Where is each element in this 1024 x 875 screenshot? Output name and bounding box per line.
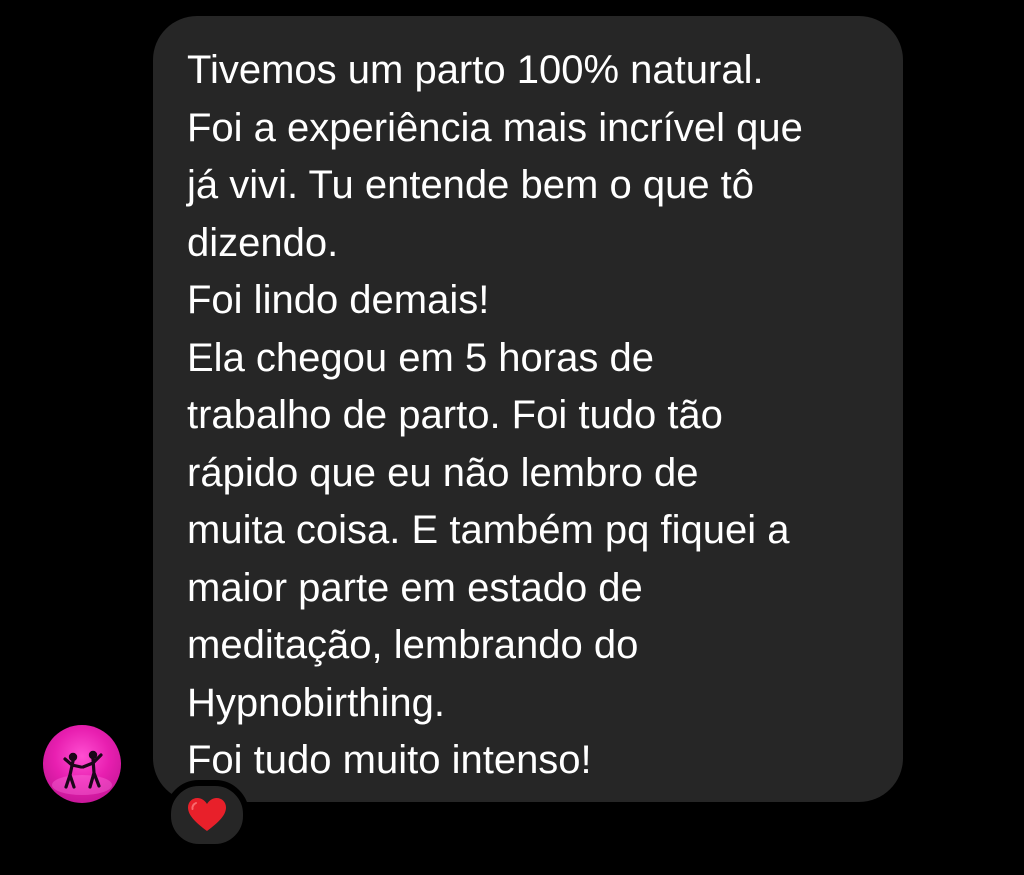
message-line: trabalho de parto. Foi tudo tão [187,393,723,437]
message-line: rápido que eu não lembro de [187,450,699,495]
message-line: Hypnobirthing. [187,680,445,725]
message-line: já vivi. Tu entende bem o que tô [187,163,755,207]
message-line: maior parte em estado de [187,565,643,610]
message-line: dizendo. [187,220,339,265]
message-line: Ela chegou em 5 horas de [187,335,654,380]
avatar[interactable] [43,725,121,803]
dancing-couple-icon [52,750,112,795]
message-line: Foi tudo muito intenso! [187,738,592,782]
message-line: meditação, lembrando do [187,623,639,667]
message-bubble[interactable]: Tivemos um parto 100% natural. Foi a exp… [153,16,903,802]
message-line: Tivemos um parto 100% natural. [187,48,764,92]
red-heart-icon [188,798,226,831]
message-line: muita coisa. E também pq fiquei a [187,508,790,552]
message-line: Foi a experiência mais incrível que [187,105,803,150]
chat-screen: Tivemos um parto 100% natural. Foi a exp… [0,0,1024,875]
reaction-badge[interactable] [165,780,249,850]
message-line: Foi lindo demais! [187,278,490,322]
